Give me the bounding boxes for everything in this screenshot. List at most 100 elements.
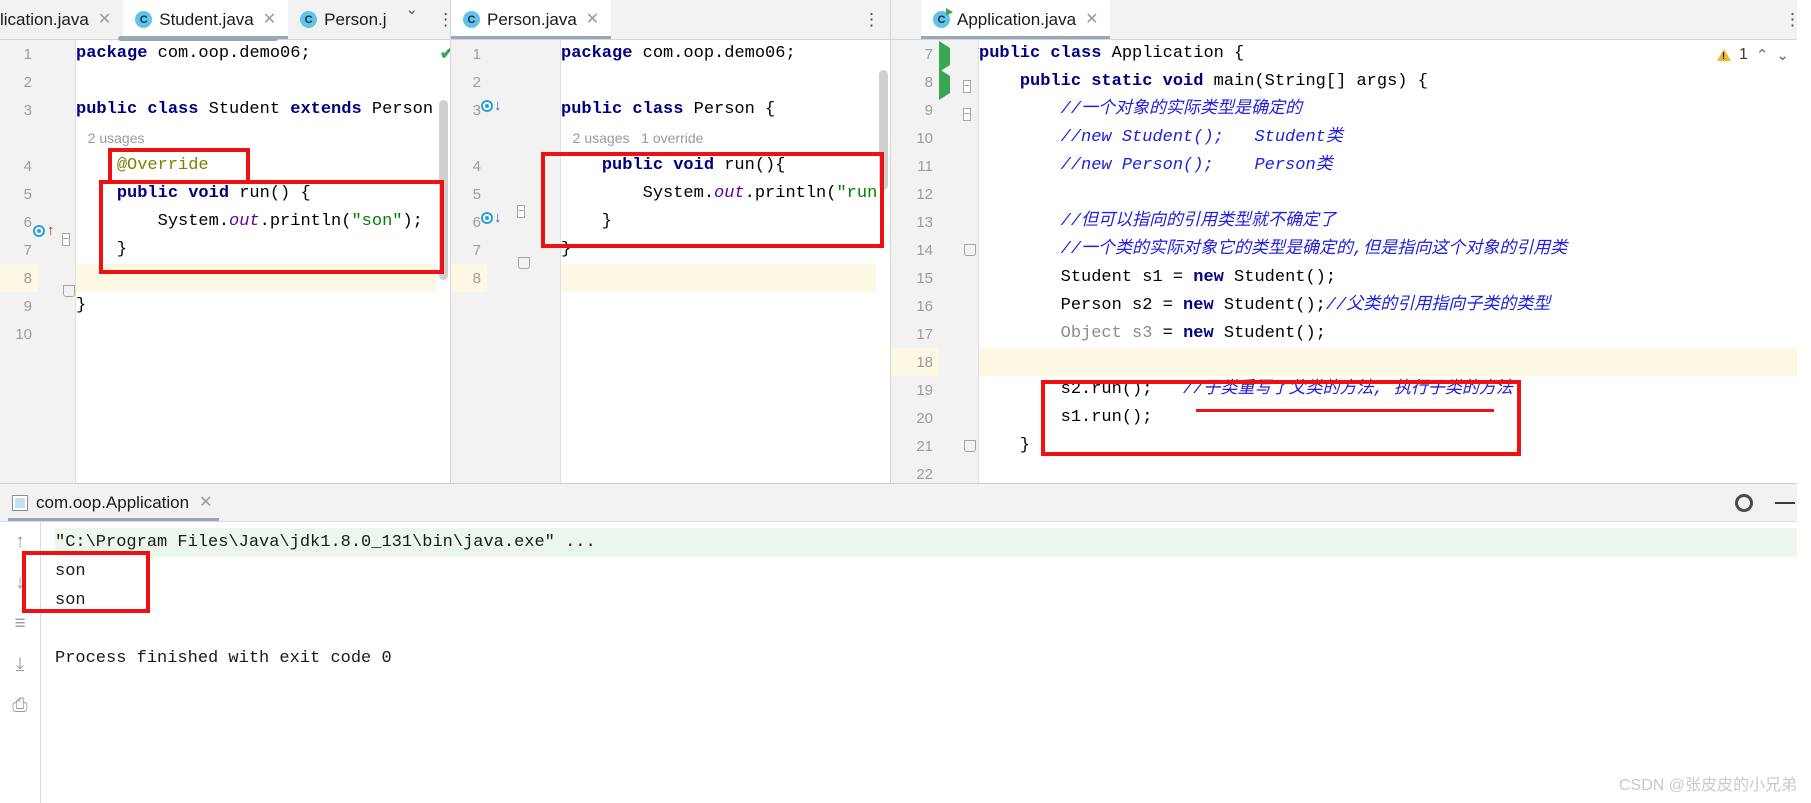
line-number: 1 bbox=[23, 45, 32, 63]
overridden-method-marker-icon[interactable] bbox=[481, 211, 493, 224]
java-class-icon: C bbox=[135, 11, 153, 28]
fold-collapse-icon[interactable]: − bbox=[62, 233, 70, 246]
run-method-icon[interactable] bbox=[939, 69, 950, 100]
tab-label: Student.java bbox=[159, 9, 254, 29]
line-number: 18 bbox=[916, 353, 933, 371]
console-line-command: "C:\Program Files\Java\jdk1.8.0_131\bin\… bbox=[55, 528, 1811, 557]
tab-student-java[interactable]: C Student.java ✕ bbox=[123, 0, 289, 39]
code-line: //new Person(); Person类 bbox=[1060, 156, 1333, 175]
override-arrow-up-icon[interactable]: ↑ bbox=[47, 223, 55, 238]
code-line: //但可以指向的引用类型就不确定了 bbox=[1060, 212, 1337, 231]
tabstrip-middle: C Person.java ✕ ⋮ bbox=[451, 0, 890, 40]
scroll-up-icon[interactable]: ↑ bbox=[15, 532, 25, 551]
inspection-widget[interactable]: 1 ⌃ ⌄ bbox=[1716, 46, 1789, 64]
vertical-scrollbar-middle[interactable] bbox=[879, 70, 888, 190]
warning-triangle-icon bbox=[1716, 49, 1731, 61]
console-tab-application[interactable]: com.oop.Application ✕ bbox=[0, 484, 227, 521]
implemented-method-marker-icon[interactable] bbox=[33, 224, 45, 237]
warning-count: 1 bbox=[1738, 46, 1748, 63]
line-number: 9 bbox=[23, 297, 32, 315]
console-tabbar: com.oop.Application ✕ bbox=[0, 484, 1811, 522]
console-output[interactable]: "C:\Program Files\Java\jdk1.8.0_131\bin\… bbox=[40, 522, 1811, 803]
close-icon[interactable]: ✕ bbox=[96, 11, 113, 28]
console-side-toolbar: ↑ ↓ ≡ ⤓ ⎙ bbox=[0, 522, 40, 803]
fold-collapse-icon[interactable]: − bbox=[963, 80, 971, 93]
annotation-underline-comment bbox=[1196, 409, 1494, 412]
line-number: 8 bbox=[472, 269, 481, 287]
line-number: 10 bbox=[15, 325, 32, 343]
code-line: package com.oop.demo06; bbox=[561, 44, 796, 63]
line-number: 20 bbox=[916, 409, 933, 427]
code-line: } bbox=[561, 212, 613, 231]
line-number: 2 bbox=[472, 73, 481, 91]
code-line: Person s2 = new Student();//父类的引用指向子类的类型 bbox=[979, 296, 1551, 315]
code-line: } bbox=[76, 240, 128, 259]
console-line: son bbox=[55, 591, 86, 610]
tab-label: lication.java bbox=[0, 9, 89, 29]
java-class-run-icon: C bbox=[933, 8, 953, 28]
line-number: 1 bbox=[472, 45, 481, 63]
tab-person-java[interactable]: C Person.java ✕ bbox=[451, 0, 612, 39]
line-number: 17 bbox=[916, 325, 933, 343]
chevron-up-icon[interactable]: ⌃ bbox=[1756, 46, 1769, 64]
code-line: s1.run(); bbox=[979, 408, 1153, 427]
line-number: 14 bbox=[916, 241, 933, 259]
vertical-scrollbar-left[interactable] bbox=[439, 100, 448, 280]
code-line: Object s3 = new Student(); bbox=[1060, 324, 1326, 343]
line-number: 11 bbox=[917, 157, 933, 175]
chevron-down-icon[interactable]: ⌄ bbox=[397, 0, 428, 39]
scroll-to-end-icon[interactable]: ⤓ bbox=[16, 655, 24, 674]
fold-collapse-icon[interactable]: − bbox=[517, 205, 525, 218]
gear-icon[interactable] bbox=[1735, 493, 1753, 512]
code-line: public class Person { bbox=[561, 100, 776, 119]
code-line: public class Application { bbox=[979, 44, 1245, 63]
close-icon[interactable]: ✕ bbox=[584, 11, 601, 28]
overridden-method-marker-icon[interactable] bbox=[481, 99, 493, 112]
fold-collapse-icon[interactable]: − bbox=[963, 108, 971, 121]
close-icon[interactable]: ✕ bbox=[197, 494, 214, 511]
pane-options-kebab-middle[interactable]: ⋮ bbox=[853, 0, 890, 39]
usage-hint: 2 usages bbox=[76, 130, 145, 146]
code-line: } bbox=[76, 296, 87, 315]
code-line: } bbox=[979, 436, 1031, 455]
chevron-down-icon[interactable]: ⌄ bbox=[1776, 46, 1789, 64]
line-number: 13 bbox=[916, 213, 933, 231]
code-line: System.out.println("run"); bbox=[561, 184, 876, 203]
line-number: 10 bbox=[916, 129, 933, 147]
tab-application-java[interactable]: C Application.java ✕ bbox=[921, 0, 1111, 39]
line-number: 7 bbox=[472, 241, 481, 259]
watermark: CSDN @张皮皮的小兄弟 bbox=[1618, 777, 1797, 794]
console-body: ↑ ↓ ≡ ⤓ ⎙ "C:\Program Files\Java\jdk1.8.… bbox=[0, 522, 1811, 803]
editor-right-margin bbox=[1797, 0, 1811, 803]
line-number: 15 bbox=[916, 269, 933, 287]
line-number: 5 bbox=[23, 185, 32, 203]
run-tool-window: com.oop.Application ✕ ↑ ↓ ≡ ⤓ ⎙ "C:\Prog… bbox=[0, 483, 1811, 803]
soft-wrap-icon[interactable]: ≡ bbox=[14, 614, 25, 633]
code-line: package com.oop.demo06; bbox=[76, 44, 311, 63]
inspection-ok-icon[interactable]: ✔ bbox=[440, 44, 450, 64]
line-number: 12 bbox=[916, 185, 933, 203]
close-icon[interactable]: ✕ bbox=[261, 11, 278, 28]
line-number: 21 bbox=[916, 437, 933, 455]
line-number: 2 bbox=[23, 73, 32, 91]
tab-label: Application.java bbox=[957, 9, 1077, 29]
print-icon[interactable]: ⎙ bbox=[12, 696, 27, 715]
override-arrow-down-icon[interactable]: ↓ bbox=[494, 210, 502, 225]
close-icon[interactable]: ✕ bbox=[1083, 11, 1100, 28]
run-class-icon[interactable] bbox=[939, 41, 950, 72]
line-number: 7 bbox=[23, 241, 32, 259]
code-line: } bbox=[561, 240, 572, 259]
code-line: @Override bbox=[116, 156, 209, 175]
code-line: Student s1 = new Student(); bbox=[979, 268, 1337, 287]
override-arrow-down-icon[interactable]: ↓ bbox=[494, 98, 502, 113]
tab-lication-java[interactable]: lication.java ✕ bbox=[0, 0, 124, 39]
console-line: Process finished with exit code 0 bbox=[55, 649, 392, 668]
scroll-down-icon[interactable]: ↓ bbox=[15, 573, 25, 592]
tab-person-java-left[interactable]: C Person.j bbox=[288, 0, 397, 39]
minimize-icon[interactable] bbox=[1775, 501, 1795, 504]
code-line: public static void main(String[] args) { bbox=[1019, 72, 1428, 91]
line-number: 16 bbox=[916, 297, 933, 315]
console-tab-label: com.oop.Application bbox=[36, 492, 190, 512]
code-line: s2.run(); //子类重写了父类的方法, 执行子类的方法 bbox=[979, 380, 1513, 399]
code-line: //一个对象的实际类型是确定的 bbox=[1060, 100, 1303, 119]
